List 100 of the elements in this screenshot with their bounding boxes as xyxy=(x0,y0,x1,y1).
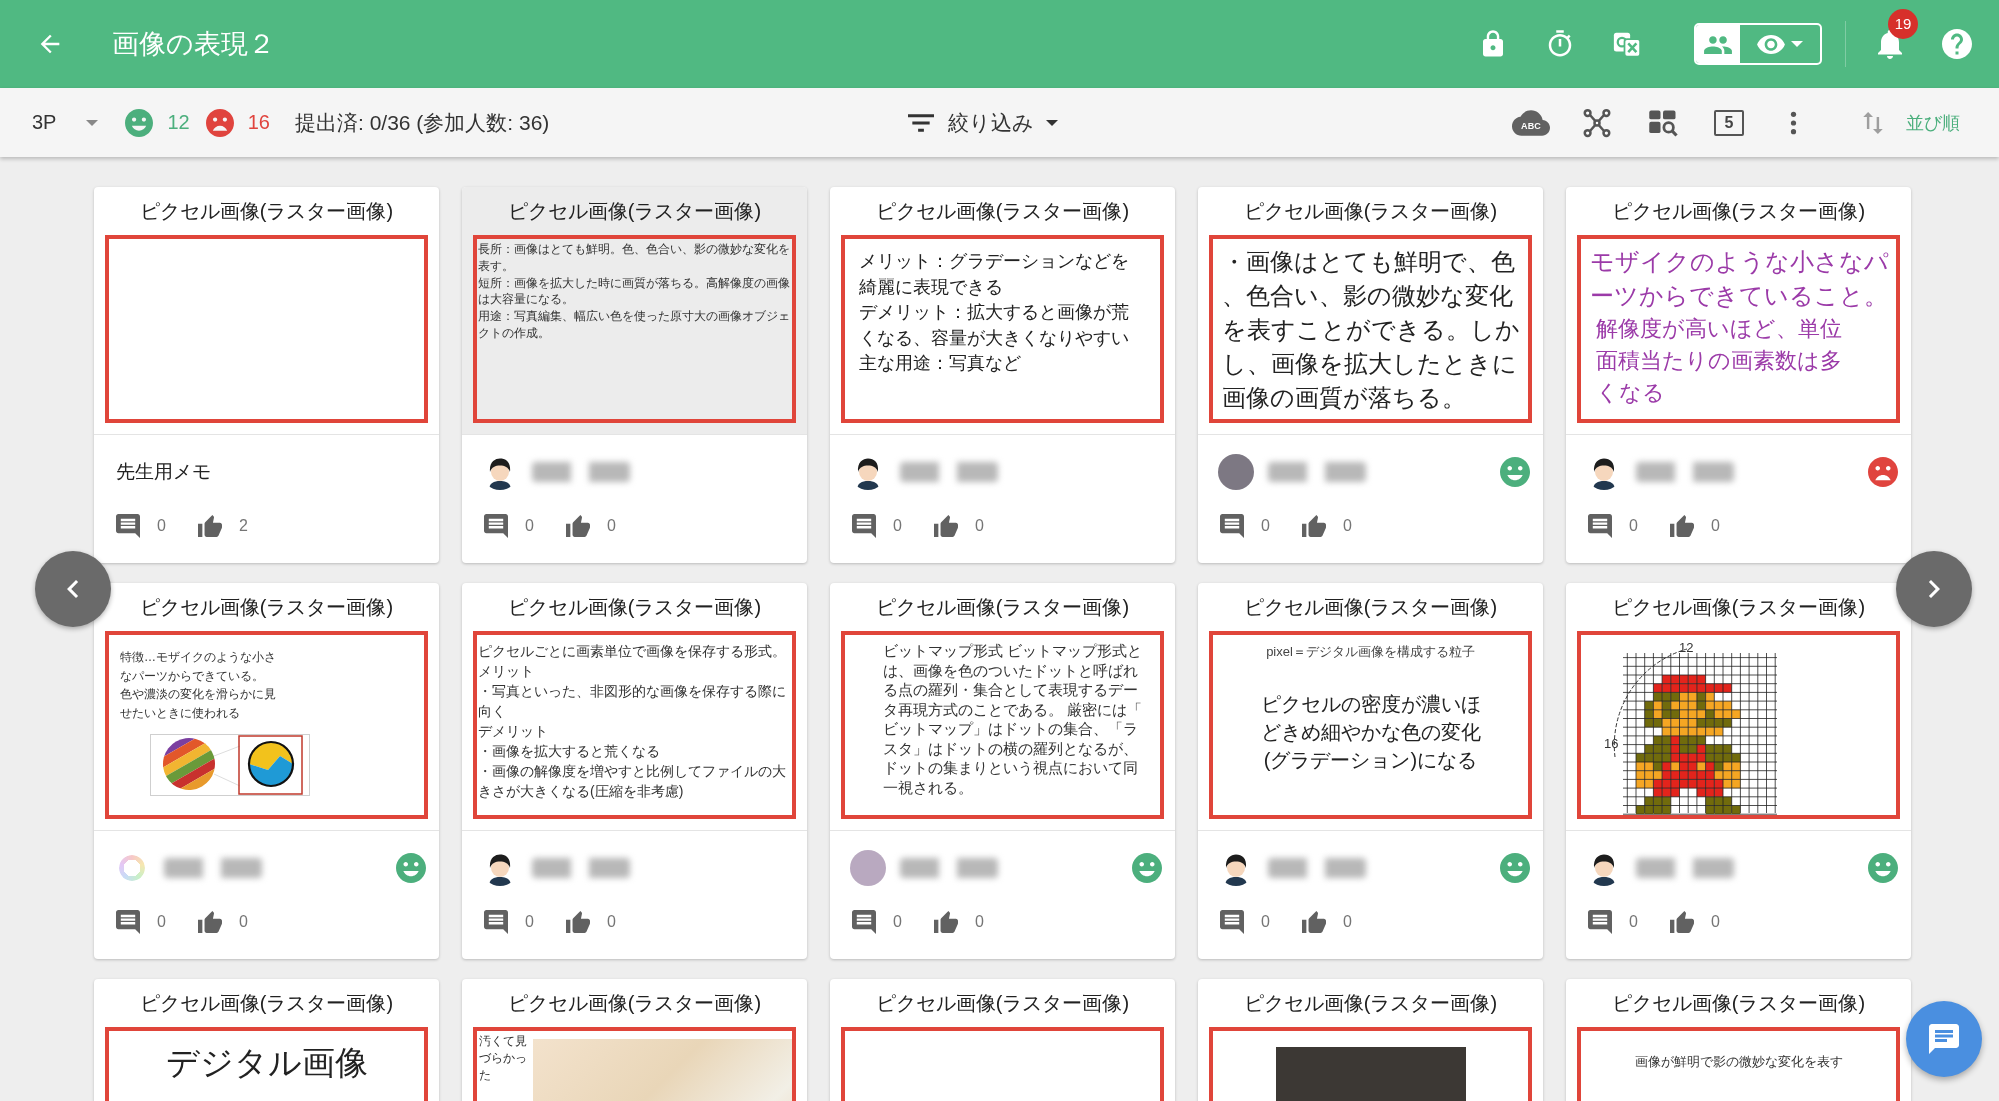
thumbs-up-icon[interactable] xyxy=(1670,910,1694,934)
thumbs-up-icon[interactable] xyxy=(934,910,958,934)
comment-icon[interactable] xyxy=(116,910,140,934)
card-title: ピクセル画像(ラスター画像) xyxy=(1242,991,1499,1016)
answer-card[interactable]: ピクセル画像(ラスター画像) モザイクのような小さなパーツからできていること。 解像度が高いほど、単位面積当たりの画素数は多くなる 0 0 xyxy=(1566,187,1911,563)
answer-card[interactable]: ピクセル画像(ラスター画像) xyxy=(1198,979,1543,1101)
like-count: 2 xyxy=(239,517,249,535)
card-title: ピクセル画像(ラスター画像) xyxy=(138,199,395,224)
thumbs-up-icon[interactable] xyxy=(1670,514,1694,538)
card-title: ピクセル画像(ラスター画像) xyxy=(138,595,395,620)
cloud-text-button[interactable]: ABC xyxy=(1512,109,1550,136)
like-count: 0 xyxy=(1343,517,1353,535)
card-title: ピクセル画像(ラスター画像) xyxy=(506,199,763,224)
comment-count: 0 xyxy=(893,913,903,931)
card-title: ピクセル画像(ラスター画像) xyxy=(138,991,395,1016)
card-title: ピクセル画像(ラスター画像) xyxy=(1610,595,1867,620)
answer-card[interactable]: ピクセル画像(ラスター画像) ・画像はとても鮮明で、色、色合い、影の微妙な変化を表すことができる。しかし、画像を拡大したときに画像の画質が落ちる。 0 0 xyxy=(1198,187,1543,563)
answer-card[interactable]: ピクセル画像(ラスター画像) デジタル画像 xyxy=(94,979,439,1101)
comment-icon[interactable] xyxy=(852,514,876,538)
card-title: ピクセル画像(ラスター画像) xyxy=(506,991,763,1016)
answer-text: 長所：画像はとても鮮明。色、色合い、影の微妙な変化を表す。 xyxy=(478,241,791,275)
grid-label: 12 xyxy=(1679,640,1694,655)
chat-button[interactable] xyxy=(1906,1001,1982,1077)
like-count: 0 xyxy=(607,913,617,931)
avatar-icon xyxy=(119,855,145,881)
chevron-left-icon xyxy=(67,580,79,598)
grid-label: 16 xyxy=(1604,736,1619,751)
comment-count: 0 xyxy=(1629,517,1639,535)
avatar-icon xyxy=(1218,454,1254,490)
thumbs-up-icon[interactable] xyxy=(1302,910,1326,934)
comment-count: 0 xyxy=(157,517,167,535)
comment-count: 0 xyxy=(1261,913,1271,931)
smile-icon xyxy=(1500,853,1530,883)
smile-icon xyxy=(1868,853,1898,883)
answer-text: 主な用途：写真など xyxy=(859,352,1022,375)
answer-card[interactable]: ピクセル画像(ラスター画像) 画像が鮮明で影の微妙な変化を表す xyxy=(1566,979,1911,1101)
answer-text: デジタル画像 xyxy=(164,1043,369,1083)
column-count-button[interactable]: 5 xyxy=(1714,109,1744,136)
answer-card[interactable]: ピクセル画像(ラスター画像) ピクセルごとに画素単位で画像を保存する形式。 メリット ・写真といった、非図形的な画像を保存する際に向く デメリット ・画像を拡大すると荒くなる ・画像の解像度を増やすと比例してファイルの大きさが大きくなる(圧縮を非考慮) 0 0 xyxy=(462,583,807,959)
answer-text: 短所：画像を拡大した時に画質が落ちる。高解像度の画像は大容量になる。 xyxy=(478,274,791,309)
comment-count: 0 xyxy=(525,913,535,931)
caret-icon xyxy=(86,119,99,126)
comment-icon[interactable] xyxy=(1220,910,1244,934)
like-count: 0 xyxy=(1711,517,1721,535)
thumbs-up-icon[interactable] xyxy=(198,514,222,538)
bell-icon[interactable] xyxy=(1875,29,1905,59)
answer-card[interactable]: ピクセル画像(ラスター画像) 汚くて見づらかった xyxy=(462,979,807,1101)
thumbs-up-icon[interactable] xyxy=(934,514,958,538)
comment-icon[interactable] xyxy=(484,514,508,538)
negative-count: 16 xyxy=(247,111,270,134)
answer-card[interactable]: ピクセル画像(ラスター画像) 特徴…モザイクのような小さなパーツからできている。 色や濃淡の変化を滑らかに見せたいときに使われる 0 0 xyxy=(94,583,439,959)
answer-card[interactable]: ピクセル画像(ラスター画像) 長所：画像はとても鮮明。色、色合い、影の微妙な変化を表す。 短所：画像を拡大した時に画質が落ちる。高解像度の画像は大容量になる。 用途：写真編集、幅広い色を使った原寸大の画像オブジェクトの作成。 0 0 xyxy=(462,187,807,563)
frown-icon xyxy=(1868,457,1898,487)
answer-card[interactable]: ピクセル画像(ラスター画像) xyxy=(830,979,1175,1101)
filter-icon xyxy=(907,113,934,132)
thumbs-up-icon[interactable] xyxy=(198,910,222,934)
network-icon[interactable] xyxy=(1582,107,1612,138)
comment-icon[interactable] xyxy=(1220,514,1244,538)
filter-button[interactable]: 絞り込み xyxy=(907,108,1058,137)
comment-icon[interactable] xyxy=(484,910,508,934)
comment-count: 0 xyxy=(1261,517,1271,535)
smile-icon xyxy=(1500,457,1530,487)
chat-icon xyxy=(1929,1024,1959,1054)
people-icon xyxy=(1704,34,1732,54)
card-title: ピクセル画像(ラスター画像) xyxy=(1610,991,1867,1016)
thumbs-up-icon[interactable] xyxy=(1302,514,1326,538)
card-title: ピクセル画像(ラスター画像) xyxy=(874,199,1131,224)
answer-text: ・画像を拡大すると荒くなる xyxy=(478,742,661,761)
like-count: 0 xyxy=(975,517,985,535)
answer-text: デメリット：拡大すると画像が荒くなる、容量が大きくなりやすい xyxy=(859,301,1130,350)
answer-text: 特徴…モザイクのような小さなパーツからできている。 xyxy=(120,649,277,685)
thumbs-up-icon[interactable] xyxy=(566,514,590,538)
card-title: ピクセル画像(ラスター画像) xyxy=(1610,199,1867,224)
submission-status: 提出済: 0/36 (参加人数: 36) xyxy=(294,109,550,136)
previous-button[interactable] xyxy=(35,551,111,627)
comment-icon[interactable] xyxy=(1588,910,1612,934)
more-icon[interactable] xyxy=(1790,110,1797,135)
chevron-right-icon xyxy=(1928,580,1940,598)
comment-icon[interactable] xyxy=(1588,514,1612,538)
card-title: ピクセル画像(ラスター画像) xyxy=(1242,595,1499,620)
sort-icon xyxy=(1862,111,1884,134)
answer-card[interactable]: ピクセル画像(ラスター画像) pixel＝デジタル画像を構成する粒子 ピクセルの密度が濃いほどきめ細やかな色の変化(グラデーション)になる 0 0 xyxy=(1198,583,1543,959)
answer-text: デメリット xyxy=(478,722,549,741)
answer-card[interactable]: ピクセル画像(ラスター画像) ビットマップ形式 ビットマップ形式とは、画像を色のついたドットと呼ばれる点の羅列・集合として表現するデータ再現方式のことである。 厳密には「ビットマップ」はドットの集合、「ラスタ」はドットの横の羅列となるが、ドットの集まりという視点において同一視される。 0 0 xyxy=(830,583,1175,959)
thumbs-up-icon[interactable] xyxy=(566,910,590,934)
notification-badge: 19 xyxy=(1888,9,1918,39)
comment-count: 0 xyxy=(1629,913,1639,931)
card-title: ピクセル画像(ラスター画像) xyxy=(1242,199,1499,224)
people-toggle-button[interactable] xyxy=(1696,25,1740,63)
answer-card[interactable]: ピクセル画像(ラスター画像) 12 16 0 0 xyxy=(1566,583,1911,959)
answer-card[interactable]: ピクセル画像(ラスター画像) 先生用メモ 0 2 xyxy=(94,187,439,563)
comment-icon[interactable] xyxy=(852,910,876,934)
answer-text: 画像が鮮明で影の微妙な変化を表す xyxy=(1633,1053,1844,1071)
answer-card[interactable]: ピクセル画像(ラスター画像) メリット：グラデーションなどを綺麗に表現できる デメリット：拡大すると画像が荒くなる、容量が大きくなりやすい 主な用途：写真など 0 0 xyxy=(830,187,1175,563)
next-button[interactable] xyxy=(1896,551,1972,627)
answer-text: メリット：グラデーションなどを綺麗に表現できる xyxy=(859,250,1130,299)
answer-text: 用途：写真編集、幅広い色を使った原寸大の画像オブジェクトの作成。 xyxy=(478,308,791,342)
class-select[interactable]: 3P xyxy=(32,111,99,134)
smile-icon xyxy=(1132,853,1162,883)
comment-icon[interactable] xyxy=(116,514,140,538)
